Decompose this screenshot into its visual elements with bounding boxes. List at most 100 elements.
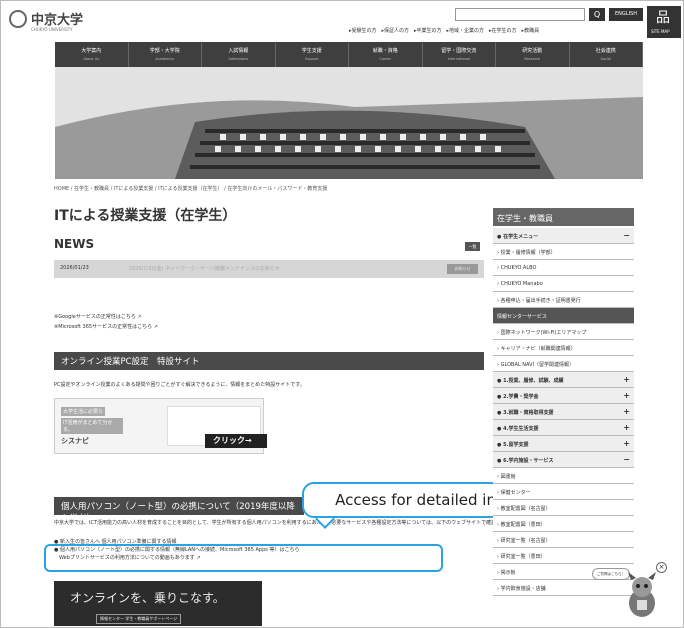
- nav-item-international[interactable]: 留学・国際交流 International: [423, 42, 496, 67]
- banner-sub-button[interactable]: 情報センター 学生・教職員サポートページ: [96, 614, 182, 624]
- nav-label: 社会連携: [595, 48, 616, 54]
- online-banner[interactable]: オンラインを、乗りこなす。 情報センター 学生・教職員サポートページ: [54, 581, 262, 626]
- external-link-icon: ↗: [137, 314, 142, 320]
- sidebar-item[interactable]: ● 3.就職・資格取得支援 +: [493, 404, 634, 420]
- expand-icon[interactable]: +: [623, 391, 630, 400]
- pc-section-description: 中京大学では、ICT活用能力の高い人材を育成することを目的として、学生が所有する…: [54, 520, 536, 526]
- sidebar-item[interactable]: › 国際ネットワーク(Wi-Fi)エリアマップ: [493, 324, 634, 340]
- nav-en-label: Admissions: [228, 57, 249, 61]
- sidebar-item[interactable]: ● 1.授業、履修、試験、成績 +: [493, 372, 634, 388]
- breadcrumb[interactable]: HOME / 在学生・教職員 / ITによる授業支援 / ITによる授業支援（在…: [54, 185, 327, 192]
- close-icon[interactable]: ×: [656, 562, 667, 573]
- sidebar-item[interactable]: › 図書館: [493, 468, 634, 484]
- sidebar-item[interactable]: › 教室配置図（名古屋）: [493, 500, 634, 516]
- sidebar-heading: 在学生・教職員: [493, 208, 634, 226]
- nav-en-label: International: [447, 57, 470, 61]
- external-link-icon: ↗: [153, 324, 158, 330]
- global-nav: 大学案内 About Us 学部・大学院 Academics 入試情報 Admissi…: [55, 42, 643, 67]
- microsoft-status-link[interactable]: ※Microsoft 365サービスの正常性はこちら ↗: [54, 322, 158, 332]
- nav-item-social[interactable]: 社会連携 Social: [570, 42, 643, 67]
- sidebar-item-label: CHUKYO Manabo: [500, 281, 543, 287]
- building-photo: [55, 67, 643, 179]
- nav-item-research[interactable]: 研究活動 Research: [496, 42, 570, 67]
- sidebar-item-label: 研究室一覧（豊田）: [500, 554, 546, 560]
- sidebar-item-label: 1.授業、履修、試験、成績: [503, 378, 564, 384]
- expand-icon[interactable]: +: [623, 375, 630, 384]
- mascot-dragon-icon[interactable]: [616, 570, 666, 620]
- sidebar-item[interactable]: › GLOBAL NAVI（留学関連情報）: [493, 356, 634, 372]
- sidebar-item[interactable]: ● 4.学生生活支援 +: [493, 420, 634, 436]
- sidebar-item[interactable]: › 保健センター: [493, 484, 634, 500]
- sysnavi-banner[interactable]: 大学生活に必要な IT活用がまとめて分かる。 シスナビ クリック→: [54, 398, 267, 454]
- sidebar-item[interactable]: › キャリア・ナビ（就職関連情報）: [493, 340, 634, 356]
- sidebar-item[interactable]: › 各種申込・届出手続き・証明書発行: [493, 292, 634, 308]
- expand-icon[interactable]: +: [623, 423, 630, 432]
- sidebar-item-label: 国際ネットワーク(Wi-Fi)エリアマップ: [500, 330, 587, 336]
- nav-label: 就職・資格: [372, 48, 398, 54]
- sidebar-item-label: 在学生メニュー: [503, 234, 539, 240]
- sidebar-item[interactable]: › CHUKYO ALBO: [493, 260, 634, 276]
- sidebar-item[interactable]: › 授業・履修情報（学部）: [493, 244, 634, 260]
- link-text: ※Googleサービスの正常性はこちら: [54, 314, 136, 320]
- banner-click-button[interactable]: クリック→: [205, 434, 267, 448]
- sidebar-item-label: 掲示板: [500, 570, 516, 576]
- sitemap-label: SITE MAP: [651, 29, 670, 34]
- nav-item-about[interactable]: 大学案内 About Us: [55, 42, 129, 67]
- nav-label: 学部・大学院: [149, 48, 180, 54]
- sidebar-item[interactable]: ● 5.留学支援 +: [493, 436, 634, 452]
- university-logo[interactable]: 中京大学: [9, 9, 83, 28]
- sidebar-item[interactable]: › 研究室一覧（名古屋）: [493, 532, 634, 548]
- nav-item-admissions[interactable]: 入試情報 Admissions: [202, 42, 276, 67]
- banner-line: IT活用がまとめて分かる。: [61, 418, 123, 434]
- banner-tagline: 大学生活に必要な IT活用がまとめて分かる。: [61, 407, 123, 434]
- sidebar: 在学生・教職員 ● 在学生メニュー − › 授業・履修情報（学部） › CHUKYO …: [493, 208, 634, 596]
- nav-label: 研究活動: [522, 48, 543, 54]
- google-status-link[interactable]: ※Googleサービスの正常性はこちら ↗: [54, 312, 158, 322]
- sidebar-item-label: 教室配置図（名古屋）: [500, 506, 551, 512]
- news-list-button[interactable]: 一覧: [465, 242, 480, 251]
- sidebar-item-label: 各種申込・届出手続き・証明書発行: [500, 298, 581, 304]
- highlight-box: [44, 544, 443, 572]
- sidebar-item-label: GLOBAL NAVI（留学関連情報）: [500, 362, 574, 368]
- sidebar-item[interactable]: › 学内飲食施設・店舗: [493, 580, 634, 596]
- banner-headline: オンラインを、乗りこなす。: [70, 591, 225, 605]
- link-text: ※Microsoft 365サービスの正常性はこちら: [54, 324, 153, 330]
- sidebar-item[interactable]: › 研究室一覧（豊田）: [493, 548, 634, 564]
- news-date: 2026/01/23: [60, 265, 89, 271]
- sidebar-item-label: キャリア・ナビ（就職関連情報）: [500, 346, 576, 352]
- sitemap-button[interactable]: 品 SITE MAP: [647, 6, 681, 38]
- sidebar-item[interactable]: ● 在学生メニュー −: [493, 228, 634, 244]
- nav-en-label: Career: [379, 57, 392, 61]
- nav-item-career[interactable]: 就職・資格 Career: [349, 42, 423, 67]
- nav-label: 留学・国際交流: [441, 48, 477, 54]
- logo-emblem-icon: [9, 9, 27, 28]
- collapse-icon[interactable]: −: [623, 455, 630, 464]
- english-button[interactable]: ENGLISH: [609, 8, 643, 21]
- sidebar-item[interactable]: 情報センターサービス: [493, 308, 634, 324]
- search-input[interactable]: [455, 8, 585, 21]
- collapse-icon[interactable]: −: [623, 231, 630, 240]
- sidebar-item[interactable]: › CHUKYO Manabo: [493, 276, 634, 292]
- nav-label: 入試情報: [228, 48, 249, 54]
- nav-en-label: About Us: [83, 57, 100, 61]
- sidebar-item-label: 5.留学支援: [503, 442, 529, 448]
- service-status-links: ※Googleサービスの正常性はこちら ↗ ※Microsoft 365サービス…: [54, 312, 158, 332]
- nav-en-label: Support: [304, 57, 319, 61]
- nav-label: 学生支援: [301, 48, 322, 54]
- nav-item-academics[interactable]: 学部・大学院 Academics: [129, 42, 202, 67]
- sidebar-item[interactable]: › 教室配置図（豊田）: [493, 516, 634, 532]
- utility-links[interactable]: ▸受験生の方 ▸保証人の方 ▸卒業生の方 ▸地域・企業の方 ▸在学生の方 ▸教職…: [349, 27, 539, 34]
- nav-item-support[interactable]: 学生支援 Support: [276, 42, 349, 67]
- nav-en-label: Research: [524, 57, 541, 61]
- sidebar-item-label: 2.学費・奨学金: [503, 394, 539, 400]
- search-button[interactable]: Q: [589, 8, 605, 21]
- sidebar-item-label: 3.就職・資格取得支援: [503, 410, 554, 416]
- news-item[interactable]: 2026/01/23 2026/1/30(金) ネットワーク・サーバ機器メンテナ…: [54, 260, 484, 278]
- sidebar-item[interactable]: ● 6.学内施設・サービス −: [493, 452, 634, 468]
- sidebar-item-label: 情報センターサービス: [497, 314, 547, 320]
- logo-text: 中京大学: [31, 13, 84, 28]
- pc-section-heading: 個人用パソコン（ノート型）の必携について（2019年度以降入学者）: [54, 497, 304, 524]
- expand-icon[interactable]: +: [623, 407, 630, 416]
- expand-icon[interactable]: +: [623, 439, 630, 448]
- sidebar-item[interactable]: ● 2.学費・奨学金 +: [493, 388, 634, 404]
